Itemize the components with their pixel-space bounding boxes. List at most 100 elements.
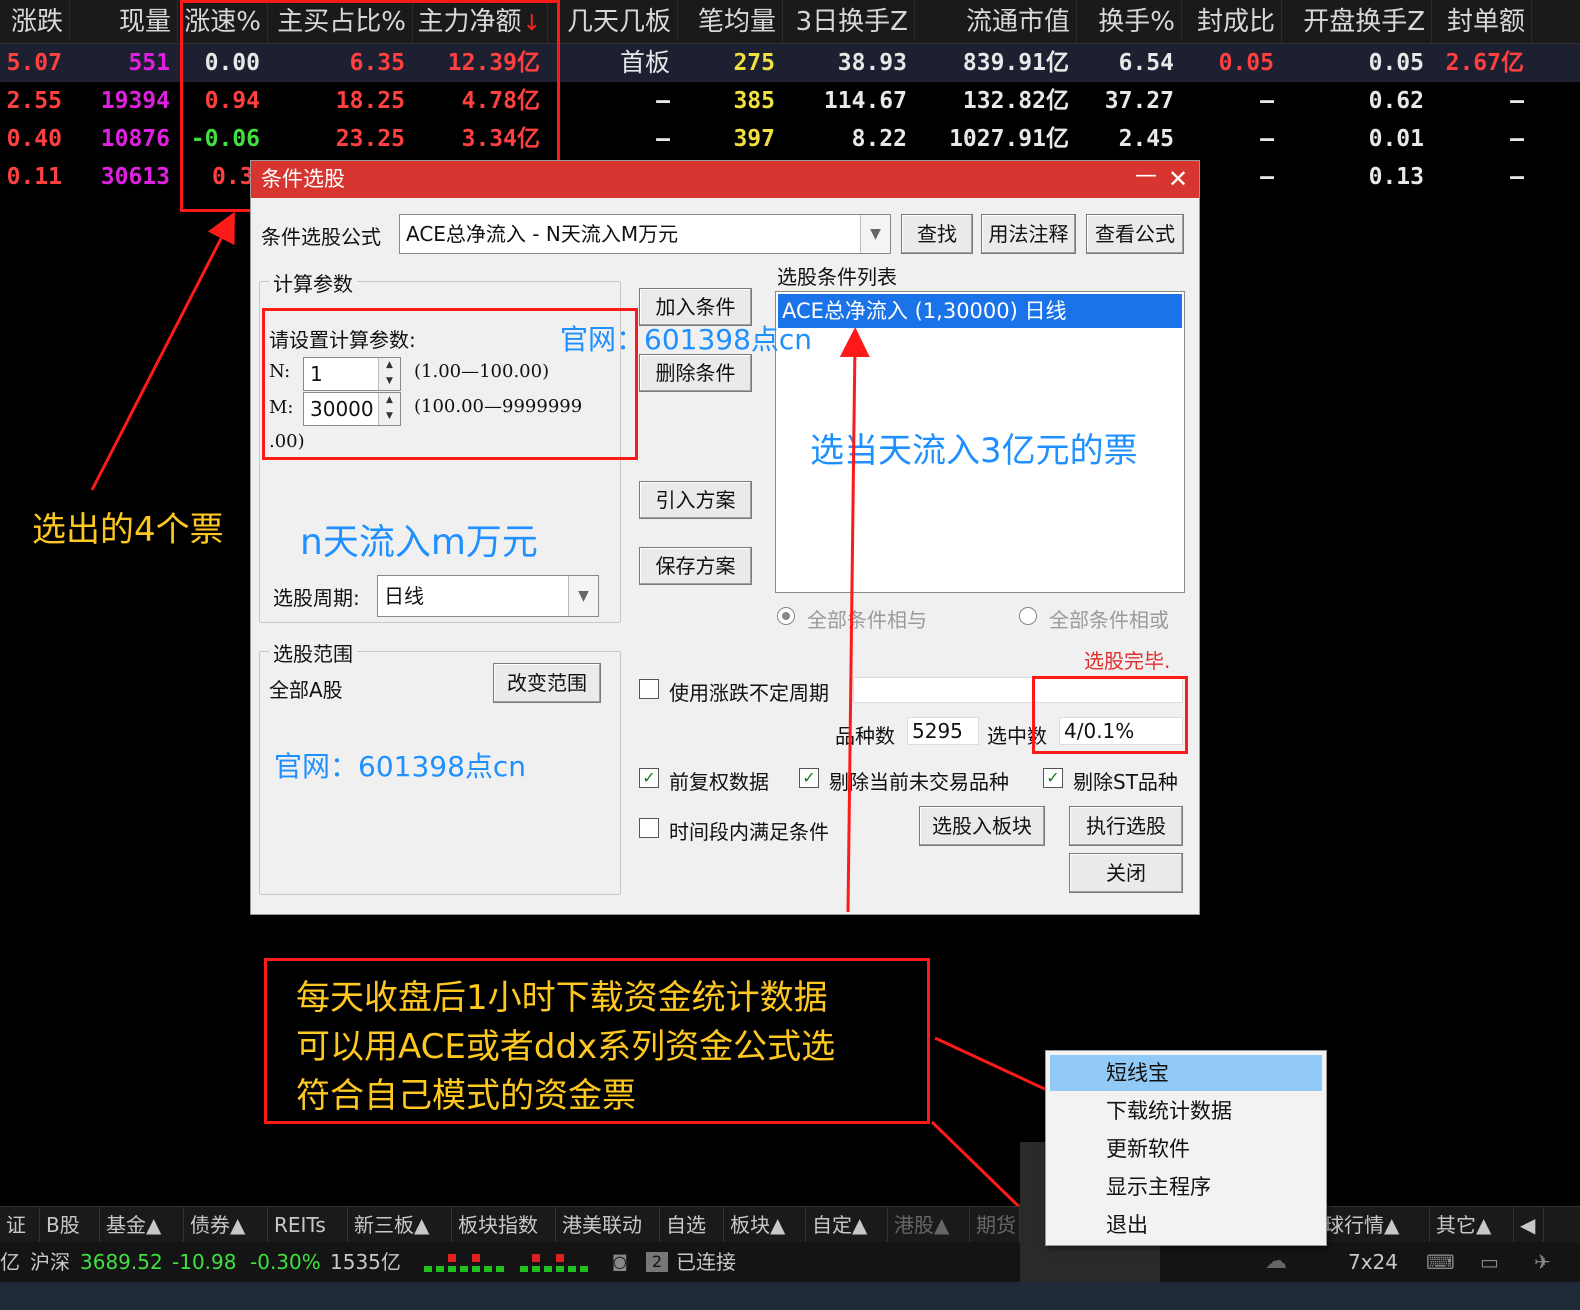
cell-avg-vol: 397 xyxy=(733,126,775,152)
tab-bond[interactable]: 债券▲ xyxy=(184,1207,268,1243)
service-hours: 7x24 xyxy=(1348,1250,1399,1274)
exclude-untraded-checkbox[interactable]: ✓ xyxy=(799,768,819,788)
tab-b-share[interactable]: B股 xyxy=(40,1207,100,1243)
monitor-icon[interactable]: ▭ xyxy=(1480,1242,1499,1282)
done-status: 选股完毕. xyxy=(1084,649,1171,673)
tab-sector-index[interactable]: 板块指数 xyxy=(452,1207,556,1243)
tab-others[interactable]: 其它▲ xyxy=(1430,1207,1514,1243)
menu-item-download-stats[interactable]: 下载统计数据 xyxy=(1050,1093,1322,1129)
col-header-seal-ratio[interactable]: 封成比 xyxy=(1182,0,1282,44)
status-amount: 1535亿 xyxy=(330,1250,401,1274)
conn-count-badge: 2 xyxy=(646,1252,668,1272)
run-select-button[interactable]: 执行选股 xyxy=(1069,806,1183,846)
menu-item-show-main[interactable]: 显示主程序 xyxy=(1050,1169,1322,1205)
minimize-icon[interactable]: — xyxy=(1131,161,1161,198)
cell-open-turnover: 0.01 xyxy=(1368,126,1424,152)
col-header-avg-vol[interactable]: 笔均量 xyxy=(678,0,783,44)
col-header-boards[interactable]: 几天几板 xyxy=(548,0,678,44)
cell-float-cap: 132.82亿 xyxy=(962,88,1069,114)
status-yi: 亿 xyxy=(0,1250,20,1274)
cell-change: 0.11 xyxy=(6,164,62,190)
cell-volume: 10876 xyxy=(100,126,170,152)
cell-volume: 19394 xyxy=(100,88,170,114)
period-select[interactable]: 日线 ▼ xyxy=(377,575,599,617)
col-header-change[interactable]: 涨跌 xyxy=(0,0,70,44)
keyboard-icon[interactable]: ⌨ xyxy=(1426,1242,1455,1282)
cell-change: 5.07 xyxy=(6,50,62,76)
time-period-checkbox[interactable] xyxy=(639,818,659,838)
cell-volume: 30613 xyxy=(100,164,170,190)
list-item[interactable]: ACE总净流入 (1,30000) 日线 xyxy=(778,294,1182,328)
tab-zheng[interactable]: 证 xyxy=(0,1207,40,1243)
cell-float-cap: 1027.91亿 xyxy=(949,126,1069,152)
tab-hk[interactable]: 港股▲ xyxy=(888,1207,970,1243)
find-button[interactable]: 查找 xyxy=(901,214,973,254)
fq-data-label: 前复权数据 xyxy=(669,770,769,794)
count-label: 品种数 xyxy=(835,724,895,748)
menu-item-exit[interactable]: 退出 xyxy=(1050,1207,1322,1243)
change-range-button[interactable]: 改变范围 xyxy=(493,663,601,703)
dialog-title-bar[interactable]: 条件选股 xyxy=(251,161,1199,198)
all-or-radio[interactable] xyxy=(1019,607,1037,625)
col-header-3d-turnover[interactable]: 3日换手Z xyxy=(783,0,915,44)
use-updown-period-label: 使用涨跌不定周期 xyxy=(669,681,829,705)
col-header-volume[interactable]: 现量 xyxy=(70,0,178,44)
tab-fund[interactable]: 基金▲ xyxy=(100,1207,184,1243)
status-market[interactable]: 沪深 xyxy=(30,1242,70,1282)
col-header-open-turnover[interactable]: 开盘换手Z xyxy=(1282,0,1432,44)
tab-hk-us-link[interactable]: 港美联动 xyxy=(556,1207,660,1243)
all-and-label: 全部条件相与 xyxy=(807,608,927,632)
cell-boards: — xyxy=(656,88,670,114)
tab-neeq[interactable]: 新三板▲ xyxy=(348,1207,452,1243)
period-value: 日线 xyxy=(384,584,424,608)
exclude-st-checkbox[interactable]: ✓ xyxy=(1043,768,1063,788)
formula-select[interactable]: ACE总净流入 - N天流入M万元 ▼ xyxy=(399,214,891,254)
close-button[interactable]: 关闭 xyxy=(1069,853,1183,893)
tab-futures[interactable]: 期货 xyxy=(970,1207,1020,1243)
market-tab-bar: 证 B股 基金▲ 债券▲ REITs 新三板▲ 板块指数 港美联动 自选 板块▲… xyxy=(0,1206,1580,1243)
cell-3d-turnover: 114.67 xyxy=(823,88,907,114)
annotation-site-1: 官网：601398点cn xyxy=(560,323,813,356)
use-updown-period-checkbox[interactable] xyxy=(639,679,659,699)
chevron-down-icon[interactable]: ▼ xyxy=(860,215,890,253)
header-label: 换手% xyxy=(1098,7,1175,37)
connection-status: 已连接 xyxy=(676,1250,736,1274)
tab-reits[interactable]: REITs xyxy=(268,1207,348,1243)
to-block-button[interactable]: 选股入板块 xyxy=(919,806,1045,846)
menu-item-short-treasure[interactable]: 短线宝 xyxy=(1050,1055,1322,1091)
range-value: 全部A股 xyxy=(269,678,343,702)
fq-data-checkbox[interactable]: ✓ xyxy=(639,768,659,788)
header-label: 涨跌 xyxy=(10,7,63,37)
delete-condition-button[interactable]: 删除条件 xyxy=(639,354,752,392)
cell-avg-vol: 385 xyxy=(733,88,775,114)
status-change: -10.98 xyxy=(172,1250,237,1274)
tab-custom[interactable]: 自定▲ xyxy=(806,1207,888,1243)
cell-avg-vol: 275 xyxy=(733,50,775,76)
taskbar-strip xyxy=(0,1282,1580,1310)
col-header-turnover[interactable]: 换手% xyxy=(1077,0,1182,44)
speaker-icon[interactable]: ◙ xyxy=(612,1242,628,1282)
save-plan-button[interactable]: 保存方案 xyxy=(639,547,752,585)
cell-3d-turnover: 38.93 xyxy=(837,50,907,76)
cell-turnover: 6.54 xyxy=(1118,50,1174,76)
status-bar: 亿 沪深 3689.52 -10.98 -0.30% 1535亿 ◙ 2 已连接… xyxy=(0,1142,1580,1282)
menu-item-update-software[interactable]: 更新软件 xyxy=(1050,1131,1322,1167)
tab-watchlist[interactable]: 自选 xyxy=(660,1207,724,1243)
cell-turnover: 37.27 xyxy=(1104,88,1174,114)
tab-sector[interactable]: 板块▲ xyxy=(724,1207,806,1243)
tab-scroll-left-icon[interactable]: ◀ xyxy=(1516,1207,1544,1243)
col-header-float-cap[interactable]: 流通市值 xyxy=(915,0,1077,44)
usage-notes-button[interactable]: 用法注释 xyxy=(981,214,1076,254)
import-plan-button[interactable]: 引入方案 xyxy=(639,481,752,519)
satellite-icon[interactable]: ✈ xyxy=(1534,1242,1551,1282)
cloud-icon[interactable]: ☁ xyxy=(1265,1242,1287,1282)
annotation-note-line1: 每天收盘后1小时下载资金统计数据 xyxy=(296,978,828,1018)
status-index: 3689.52 xyxy=(80,1250,163,1274)
tab-global[interactable]: 球行情▲ xyxy=(1318,1207,1430,1243)
col-header-seal-amount[interactable]: 封单额 xyxy=(1432,0,1532,44)
close-icon[interactable]: ✕ xyxy=(1163,161,1193,198)
header-label: 流通市值 xyxy=(965,7,1070,37)
chevron-down-icon[interactable]: ▼ xyxy=(568,576,598,616)
all-and-radio[interactable] xyxy=(777,607,795,625)
view-formula-button[interactable]: 查看公式 xyxy=(1086,214,1184,254)
